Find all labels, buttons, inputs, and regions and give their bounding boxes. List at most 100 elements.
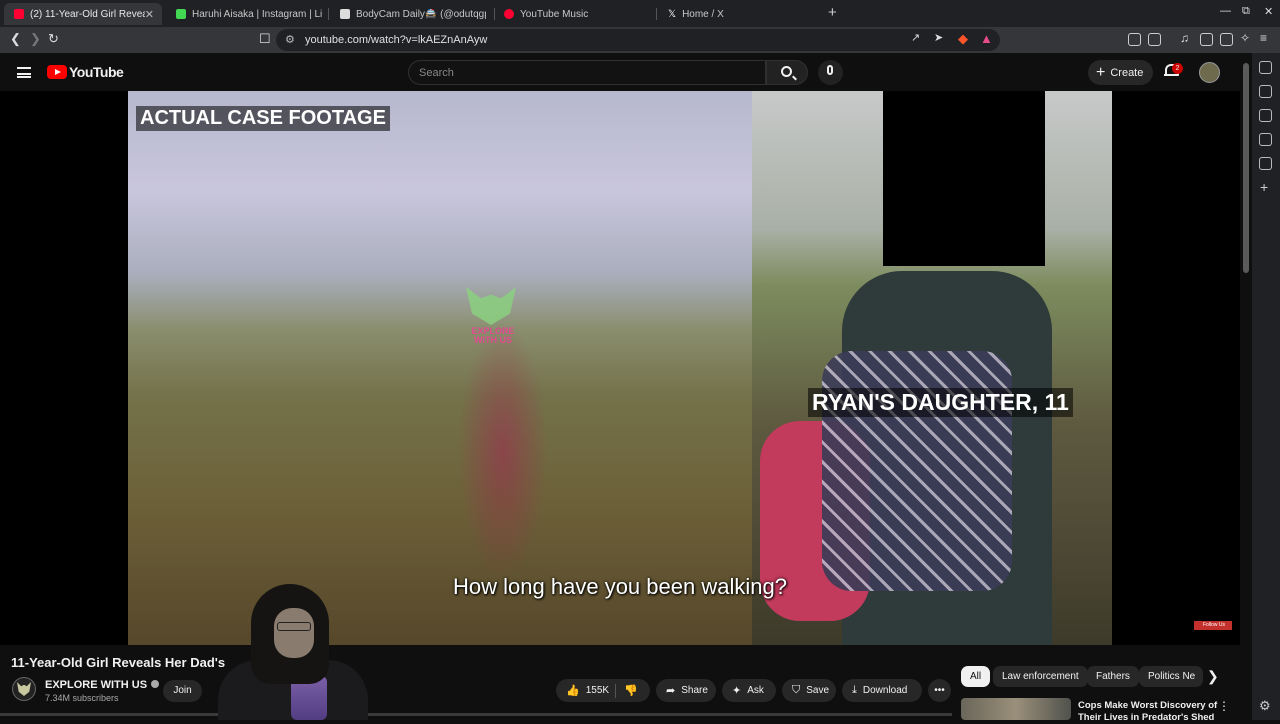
ask-label: Ask xyxy=(747,685,764,696)
save-label: Save xyxy=(806,685,830,696)
brave-shield-icon[interactable]: ◆ xyxy=(958,31,968,47)
tab-instagram[interactable]: Haruhi Aisaka | Instagram | Lin xyxy=(166,3,326,25)
site-info-icon[interactable]: ⚙ xyxy=(285,33,295,46)
tab-youtube-video[interactable]: (2) 11-Year-Old Girl Revea ✕ xyxy=(4,3,162,25)
close-tab-icon[interactable]: ✕ xyxy=(145,8,154,21)
sidebar-settings-icon[interactable]: ⚙ xyxy=(1259,698,1271,714)
tab-x[interactable]: 𝕏 Home / X xyxy=(658,3,818,25)
send-icon[interactable]: ➤ xyxy=(934,31,943,44)
chip-all[interactable]: All xyxy=(961,666,991,687)
related-video-thumbnail[interactable] xyxy=(961,698,1071,720)
tab-title: (2) 11-Year-Old Girl Revea xyxy=(30,8,145,20)
youtube-music-favicon-icon xyxy=(504,9,514,19)
sidebar-toggle-icon[interactable] xyxy=(1200,33,1213,46)
search-icon xyxy=(781,66,792,77)
bookmark-icon[interactable]: ☐ xyxy=(259,31,271,47)
chip-fathers[interactable]: Fathers xyxy=(1087,666,1139,687)
video-details: 11-Year-Old Girl Reveals Her Dad's et EX… xyxy=(0,645,1240,723)
youtube-logo-text[interactable]: YouTube xyxy=(69,64,124,80)
user-avatar[interactable] xyxy=(1199,62,1220,83)
minimize-icon[interactable]: — xyxy=(1220,5,1231,17)
tab-separator xyxy=(656,8,657,20)
scroll-thumb[interactable] xyxy=(1243,63,1249,273)
video-player[interactable]: ACTUAL CASE FOOTAGE RYAN'S DAUGHTER, 11 … xyxy=(0,91,1240,645)
channel-name-text: EXPLORE WITH US xyxy=(45,679,148,691)
tab-youtube-music[interactable]: YouTube Music xyxy=(494,3,654,25)
page-scrollbar[interactable] xyxy=(1240,53,1252,720)
sidebar-leo-icon[interactable] xyxy=(1259,61,1272,74)
tab-title: Home / X xyxy=(682,8,724,20)
plus-icon: + xyxy=(1096,63,1106,81)
search-button[interactable] xyxy=(766,60,808,85)
search-placeholder: Search xyxy=(419,67,454,79)
reload-icon[interactable]: ↻ xyxy=(48,31,59,47)
wallet-icon[interactable] xyxy=(1220,33,1233,46)
channel-name[interactable]: EXPLORE WITH US xyxy=(45,679,160,691)
download-button[interactable]: ⤓ Download xyxy=(842,679,922,702)
close-window-icon[interactable]: ✕ xyxy=(1264,5,1273,18)
blurred-figure xyxy=(458,321,548,581)
sidebar-tabs-icon[interactable] xyxy=(1259,85,1272,98)
search-input[interactable]: Search xyxy=(408,60,766,85)
open-external-icon[interactable]: ↗ xyxy=(911,31,920,44)
dislike-icon[interactable]: 👎 xyxy=(624,684,638,697)
linktree-favicon-icon xyxy=(176,9,186,19)
hamburger-menu-icon[interactable] xyxy=(17,67,31,78)
chip-next-icon[interactable]: ❯ xyxy=(1207,668,1219,685)
tab-separator xyxy=(328,8,329,20)
video-left-panel xyxy=(128,91,752,645)
maximize-icon[interactable]: ⧉ xyxy=(1242,5,1250,18)
back-icon[interactable]: ❮ xyxy=(10,31,21,47)
voice-search-button[interactable] xyxy=(818,60,843,85)
tab-title: YouTube Music xyxy=(520,8,589,20)
channel-watermark-logo: EXPLORE WITH US xyxy=(466,287,520,353)
menu-icon[interactable]: ≡ xyxy=(1260,31,1267,45)
screenshot-icon[interactable] xyxy=(1148,33,1161,46)
verified-icon xyxy=(151,680,160,688)
video-subtitle: How long have you been walking? xyxy=(453,574,787,599)
webcam-overlay xyxy=(206,578,376,720)
youtube-header: YouTube Search + Create 2 xyxy=(0,53,1240,91)
sidebar-reading-list-icon[interactable] xyxy=(1259,109,1272,122)
sidebar-history-icon[interactable] xyxy=(1259,157,1272,170)
like-count[interactable]: 155K xyxy=(586,685,609,696)
sidebar-bookmarks-icon[interactable] xyxy=(1259,133,1272,146)
leo-icon[interactable]: ✧ xyxy=(1240,31,1250,45)
more-actions-button[interactable]: ••• xyxy=(928,679,951,702)
daughter-label: RYAN'S DAUGHTER, 11 xyxy=(808,388,1073,417)
create-label: Create xyxy=(1110,66,1144,79)
sparkle-icon: ✦ xyxy=(732,685,742,697)
ask-button[interactable]: ✦ Ask xyxy=(722,679,776,702)
x-favicon-icon: 𝕏 xyxy=(668,9,677,20)
create-button[interactable]: + Create xyxy=(1088,60,1153,85)
join-button[interactable]: Join xyxy=(163,680,202,702)
youtube-favicon-icon xyxy=(14,9,24,19)
music-icon[interactable]: ♫ xyxy=(1180,31,1189,45)
tab-tiktok[interactable]: BodyCam Daily🚔 (@odutqgp71 xyxy=(330,3,492,25)
follow-us-badge: Follow Us xyxy=(1194,621,1232,630)
forward-icon[interactable]: ❯ xyxy=(30,31,41,47)
sidebar-add-icon[interactable]: + xyxy=(1260,179,1268,195)
footage-label: ACTUAL CASE FOOTAGE xyxy=(136,106,390,131)
chip-law-enforcement[interactable]: Law enforcement xyxy=(993,666,1088,687)
related-more-icon[interactable]: ⋮ xyxy=(1218,699,1230,713)
new-tab-icon[interactable]: + xyxy=(828,4,837,21)
bookmark-save-icon: ⛉ xyxy=(792,684,801,696)
address-bar[interactable]: ⚙ youtube.com/watch?v=lkAEZnAnAyw xyxy=(276,29,1000,51)
like-dislike-group: 👍 155K 👎 xyxy=(556,679,650,702)
plaid-shirt xyxy=(822,351,1012,591)
watermark-text: EXPLORE WITH US xyxy=(471,326,515,345)
glasses xyxy=(277,622,311,631)
youtube-logo-icon[interactable] xyxy=(47,65,67,79)
save-button[interactable]: ⛉ Save xyxy=(782,679,836,702)
rewards-icon[interactable]: ▲ xyxy=(980,31,993,46)
more-icon: ••• xyxy=(934,685,945,696)
extensions-icon[interactable] xyxy=(1128,33,1141,46)
video-title: 11-Year-Old Girl Reveals Her Dad's xyxy=(11,655,226,670)
channel-avatar[interactable] xyxy=(12,677,36,701)
related-video-title[interactable]: Cops Make Worst Discovery of Their Lives… xyxy=(1078,700,1218,724)
like-icon[interactable]: 👍 xyxy=(566,684,580,697)
wolf-icon xyxy=(466,287,516,325)
share-button[interactable]: ➦ Share xyxy=(656,679,716,702)
chip-politics[interactable]: Politics Ne xyxy=(1139,666,1203,687)
